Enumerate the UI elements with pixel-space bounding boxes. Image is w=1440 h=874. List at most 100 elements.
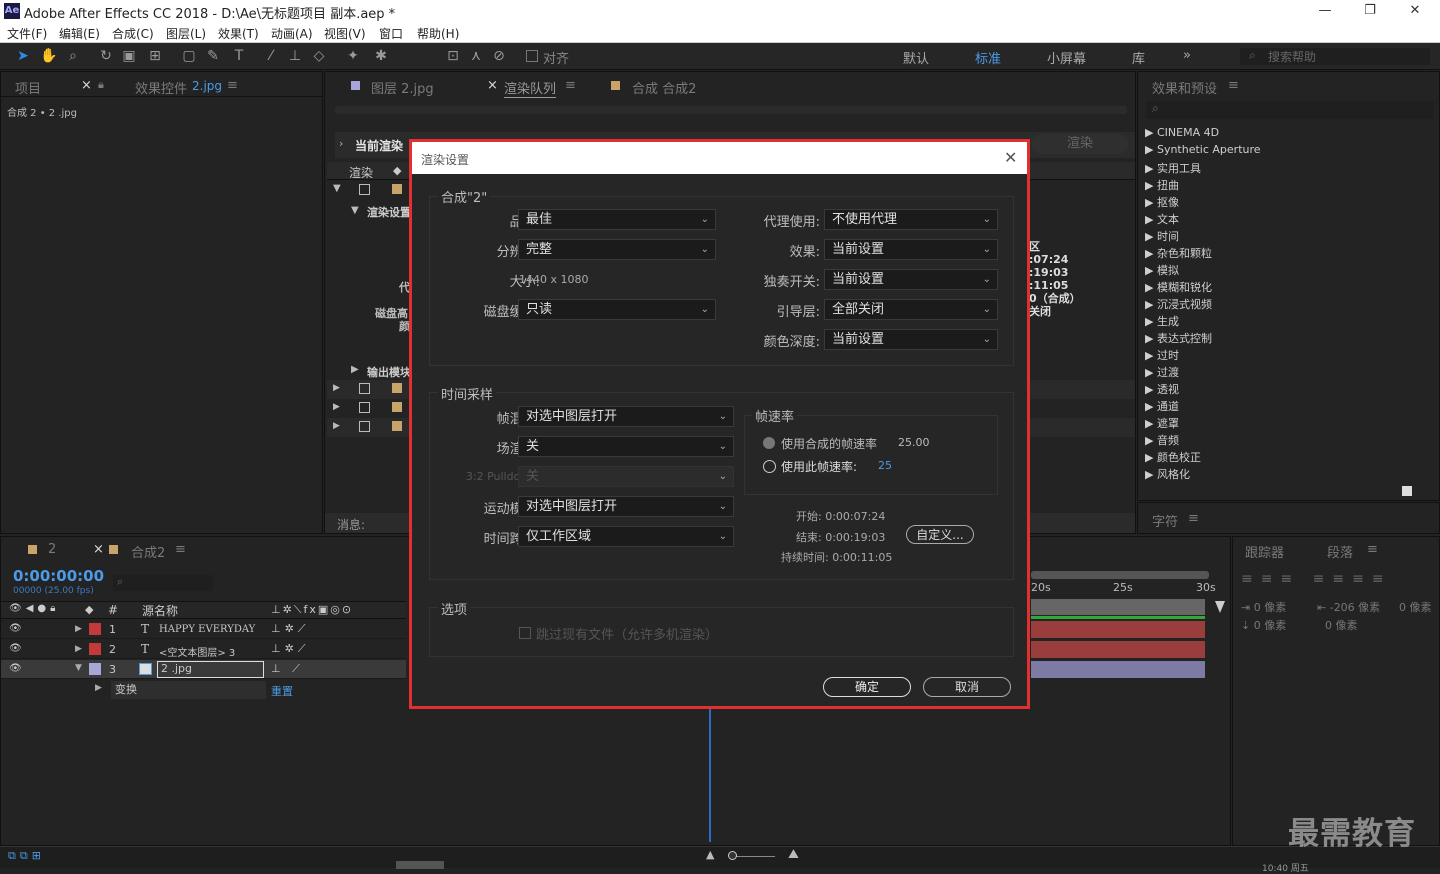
indent-first-value[interactable]: ⇤ -206 像素	[1317, 599, 1380, 615]
use-this-rate-radio[interactable]	[763, 460, 776, 473]
workspace-standard[interactable]: 标准	[975, 48, 1001, 67]
effect-category[interactable]: ▶ 颜色校正	[1145, 449, 1201, 465]
effect-category[interactable]: ▶ 实用工具	[1145, 160, 1201, 176]
proxy-use-select[interactable]: 不使用代理 ⌄	[824, 209, 998, 230]
view-axis-icon[interactable]: ⊘	[490, 47, 508, 65]
menu-animation[interactable]: 动画(A)	[271, 25, 313, 42]
color-depth-select[interactable]: 当前设置 ⌄	[824, 329, 998, 350]
transform-label[interactable]: 变换	[111, 681, 266, 699]
menu-composition[interactable]: 合成(C)	[112, 25, 154, 42]
render-checkbox[interactable]	[359, 421, 370, 432]
panel-menu-icon[interactable]: ≡	[175, 542, 186, 557]
use-comp-rate-radio[interactable]	[763, 437, 775, 449]
effect-category[interactable]: ▶ 风格化	[1145, 466, 1190, 482]
brush-tool-icon[interactable]: ⁄	[262, 47, 280, 65]
playhead[interactable]	[709, 697, 711, 842]
layer-name[interactable]: HAPPY EVERYDAY	[159, 624, 255, 635]
render-button[interactable]: 渲染	[1031, 134, 1129, 154]
custom-time-button[interactable]: 自定义...	[906, 525, 974, 544]
tab-timeline-2[interactable]: 2	[48, 542, 56, 557]
solo-switches-select[interactable]: 当前设置 ⌄	[824, 269, 998, 290]
effect-category[interactable]: ▶ 过时	[1145, 347, 1179, 363]
camera-tool-icon[interactable]: ▣	[120, 47, 138, 65]
time-span-select[interactable]: 仅工作区域 ⌄	[518, 526, 734, 547]
effect-category[interactable]: ▶ 模糊和锐化	[1145, 279, 1212, 295]
effect-category[interactable]: ▶ 音频	[1145, 432, 1179, 448]
panel-menu-icon[interactable]: ≡	[1228, 78, 1239, 93]
layer-bar[interactable]	[1031, 641, 1205, 658]
world-axis-icon[interactable]: ⋏	[467, 47, 485, 65]
effect-category[interactable]: ▶ 通道	[1145, 398, 1179, 414]
zoom-tool-icon[interactable]: ⌕	[64, 47, 82, 65]
layer-row[interactable]: 👁︎ ▼ 3 2 .jpg ⊥ ⟋	[1, 660, 406, 679]
effect-category[interactable]: ▶ 透视	[1145, 381, 1179, 397]
space-after-value[interactable]: 0 像素	[1325, 617, 1358, 633]
panel-menu-icon[interactable]: ≡	[227, 78, 238, 93]
hand-tool-icon[interactable]: ✋	[40, 47, 58, 65]
menu-help[interactable]: 帮助(H)	[417, 25, 459, 42]
tab-timeline-comp2[interactable]: 合成2	[131, 542, 165, 561]
menu-layer[interactable]: 图层(L)	[166, 25, 206, 42]
status-icons[interactable]: ⧉⧉⊞	[8, 849, 45, 863]
effects-select[interactable]: 当前设置 ⌄	[824, 239, 998, 260]
zoom-out-icon[interactable]: ▲	[706, 848, 714, 861]
selection-tool-icon[interactable]: ➤	[14, 47, 32, 65]
guide-layers-select[interactable]: 全部关闭 ⌄	[824, 299, 998, 320]
disk-cache-select[interactable]: 只读 ⌄	[518, 299, 716, 320]
workspace-small-screen[interactable]: 小屏幕	[1047, 48, 1086, 67]
menu-view[interactable]: 视图(V)	[324, 25, 366, 42]
render-checkbox[interactable]	[359, 402, 370, 413]
layer-name[interactable]: <空文本图层> 3	[159, 644, 235, 659]
layer-row[interactable]: 👁︎ ▶ 2 T <空文本图层> 3 ⊥✲⟋	[1, 640, 406, 659]
frame-blending-select[interactable]: 对选中图层打开 ⌄	[518, 406, 734, 427]
close-tab-icon[interactable]: ×	[487, 78, 498, 93]
collapse-icon[interactable]: ▼	[75, 663, 82, 673]
effect-category[interactable]: ▶ 时间	[1145, 228, 1179, 244]
pan-behind-tool-icon[interactable]: ⊞	[146, 47, 164, 65]
tab-render-queue[interactable]: 渲染队列	[504, 78, 557, 98]
help-search-input[interactable]: 搜索帮助	[1240, 48, 1430, 65]
layer-name[interactable]: 2 .jpg	[157, 661, 264, 678]
effect-category[interactable]: ▶ 表达式控制	[1145, 330, 1212, 346]
tab-effect-controls[interactable]: 效果控件	[135, 78, 187, 97]
close-tab-icon[interactable]: ×	[93, 542, 104, 557]
work-area-end-handle[interactable]	[1215, 601, 1225, 613]
expand-icon[interactable]: ▶	[75, 624, 82, 634]
rotate-tool-icon[interactable]: ↻	[97, 47, 115, 65]
menu-effect[interactable]: 效果(T)	[218, 25, 259, 42]
tab-tracker[interactable]: 跟踪器	[1245, 542, 1284, 561]
collapse-icon[interactable]: ▼	[333, 183, 341, 194]
quality-select[interactable]: 最佳 ⌄	[518, 209, 716, 230]
local-axis-icon[interactable]: ⊡	[444, 47, 462, 65]
panel-menu-icon[interactable]: ≡	[565, 78, 576, 93]
render-checkbox[interactable]	[359, 383, 370, 394]
workspace-default[interactable]: 默认	[903, 48, 929, 67]
timeline-search-input[interactable]: ⌕	[113, 575, 213, 591]
visibility-icon[interactable]: 👁︎	[9, 663, 22, 674]
close-button[interactable]: ✕	[1395, 1, 1435, 21]
effect-category[interactable]: ▶ 生成	[1145, 313, 1179, 329]
menu-edit[interactable]: 编辑(E)	[59, 25, 100, 42]
clone-stamp-tool-icon[interactable]: ⊥	[286, 47, 304, 65]
eraser-tool-icon[interactable]: ◇	[310, 47, 328, 65]
effect-category[interactable]: ▶ 抠像	[1145, 194, 1179, 210]
lock-icon[interactable]: 🔒︎	[98, 78, 104, 92]
resolution-select[interactable]: 完整 ⌄	[518, 239, 716, 260]
snap-checkbox[interactable]	[526, 50, 538, 62]
expand-icon[interactable]: ▶	[95, 683, 102, 693]
panel-menu-icon[interactable]: ≡	[1188, 511, 1199, 526]
expand-icon[interactable]: ▶	[351, 364, 359, 375]
effect-category[interactable]: ▶ CINEMA 4D	[1145, 126, 1219, 139]
effect-category[interactable]: ▶ 遮罩	[1145, 415, 1179, 431]
space-before-value[interactable]: ⇣ 0 像素	[1241, 617, 1286, 633]
workspace-library[interactable]: 库	[1132, 48, 1145, 67]
this-rate-input[interactable]: 25	[878, 459, 892, 472]
indent-left-value[interactable]: ⇥ 0 像素	[1241, 599, 1286, 615]
tab-project[interactable]: 项目	[15, 78, 41, 97]
restore-button[interactable]: ❐	[1350, 1, 1390, 21]
more-workspaces-icon[interactable]: »	[1183, 48, 1191, 63]
minimize-button[interactable]: —	[1305, 1, 1345, 21]
indent-right-value[interactable]: 0 像素	[1399, 599, 1432, 615]
tab-layer[interactable]: 图层 2.jpg	[371, 78, 434, 97]
render-checkbox[interactable]	[359, 184, 370, 195]
